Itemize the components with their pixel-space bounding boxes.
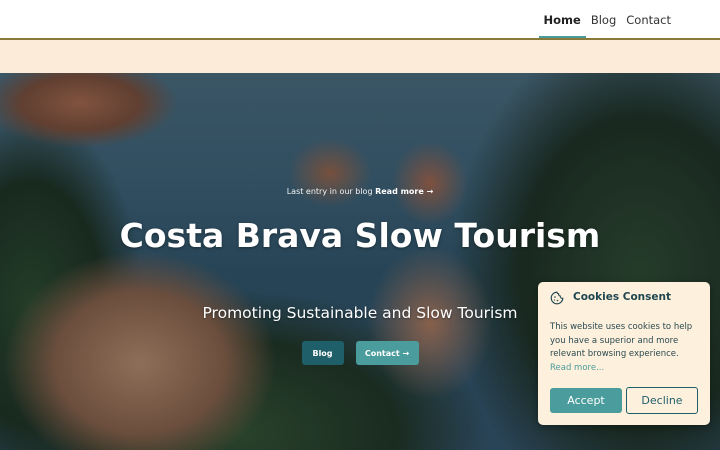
site-header: Home Blog Contact — [0, 0, 720, 39]
decline-button[interactable]: Decline — [626, 387, 698, 414]
nav-contact-link[interactable]: Contact — [621, 0, 676, 39]
hero-title: Costa Brava Slow Tourism — [119, 216, 601, 255]
main-nav: Home Blog Contact — [538, 0, 676, 39]
last-entry-read-more-link[interactable]: Read more → — [375, 187, 433, 196]
cookie-title: Cookies Consent — [573, 291, 672, 303]
cookie-consent-panel: Cookies Consent This website uses cookie… — [538, 282, 710, 425]
accept-button[interactable]: Accept — [550, 388, 622, 413]
cookie-actions: Accept Decline — [550, 387, 698, 414]
last-entry-notice: Last entry in our blog Read more → — [0, 187, 720, 196]
cookie-header: Cookies Consent — [550, 290, 698, 305]
nav-home-link[interactable]: Home — [538, 0, 587, 39]
cookie-text: This website uses cookies to help you ha… — [550, 322, 693, 359]
cookie-description: This website uses cookies to help you ha… — [550, 321, 698, 375]
cookie-icon — [550, 290, 564, 305]
blog-button[interactable]: Blog — [301, 341, 344, 365]
nav-blog-link[interactable]: Blog — [586, 0, 621, 39]
last-entry-text: Last entry in our blog — [286, 187, 376, 196]
banner-strip — [0, 40, 720, 73]
contact-button[interactable]: Contact → — [355, 341, 419, 365]
cookie-read-more-link[interactable]: Read more... — [550, 363, 604, 373]
